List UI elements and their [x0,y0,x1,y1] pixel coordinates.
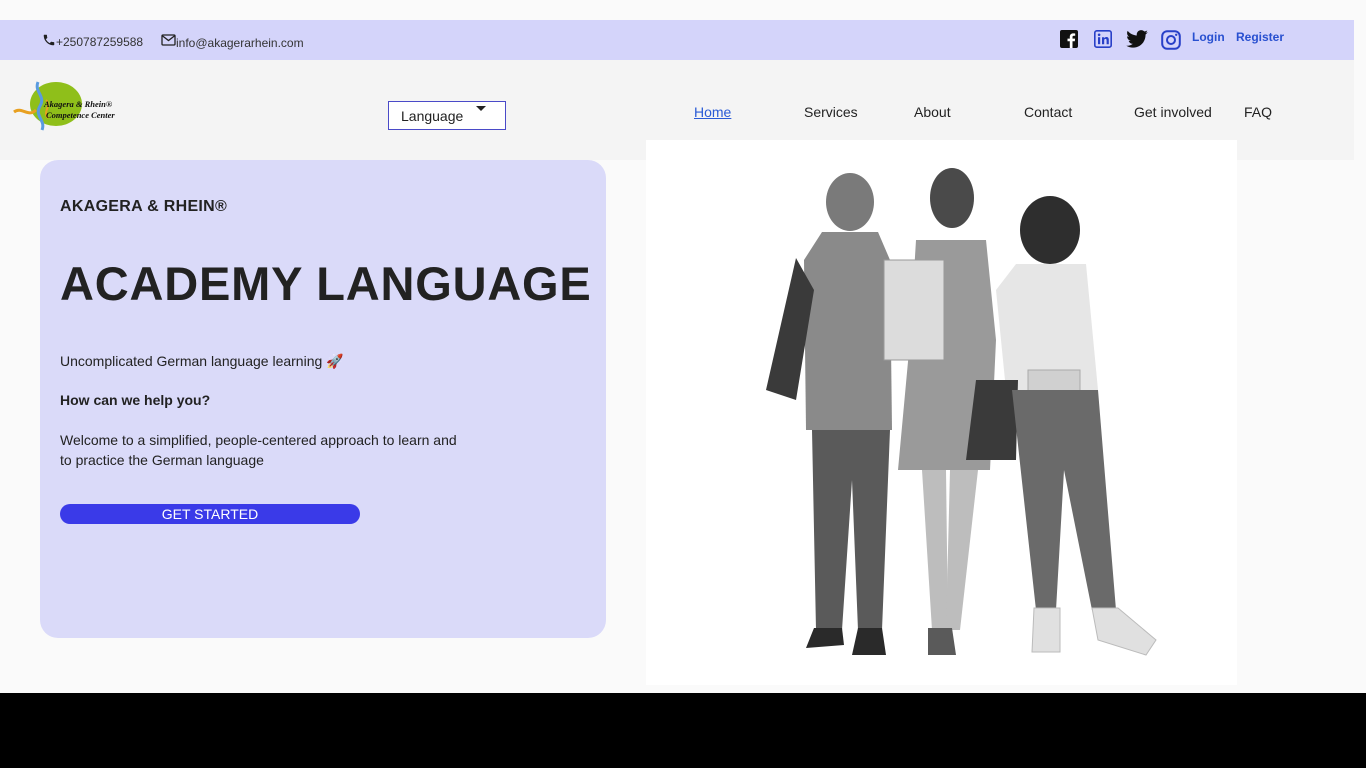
phone-icon [43,34,55,46]
hero-card: AKAGERA & RHEIN® ACADEMY LANGUAGE Uncomp… [40,160,606,638]
phone-contact[interactable]: +250787259588 [42,20,143,60]
phone-number: +250787259588 [56,34,144,49]
email-contact[interactable]: info@akagerarhein.com [161,20,304,60]
instagram-icon[interactable] [1161,30,1181,50]
nav-home[interactable]: Home [694,104,731,120]
nav-get-involved[interactable]: Get involved [1134,104,1212,120]
logo-line-1: Akagera & Rhein® [43,99,113,109]
akagera-rhein-logo[interactable]: Akagera & Rhein® Competence Center [12,80,130,132]
students-photo [646,140,1237,685]
language-select[interactable]: Language [388,101,506,130]
linkedin-icon[interactable] [1094,30,1112,48]
email-address: info@akagerarhein.com [176,35,304,50]
caret-down-icon [476,106,486,111]
logo-line-2: Competence Center [46,110,115,120]
register-link[interactable]: Register [1236,30,1284,44]
page: +250787259588 info@akagerarhein.com Logi… [0,0,1366,693]
get-started-button[interactable]: GET STARTED [60,504,360,524]
welcome-text: Welcome to a simplified, people-centered… [60,432,457,468]
facebook-icon[interactable] [1060,30,1078,48]
nav-about[interactable]: About [914,104,951,120]
nav-services[interactable]: Services [804,104,858,120]
nav-faq[interactable]: FAQ [1244,104,1272,120]
mail-icon [161,34,176,46]
hero-tagline: Uncomplicated German language learning 🚀 [60,353,344,369]
top-contact-bar: +250787259588 info@akagerarhein.com Logi… [0,20,1354,60]
help-heading: How can we help you? [60,392,211,408]
twitter-icon[interactable] [1126,30,1148,48]
nav-contact[interactable]: Contact [1024,104,1072,120]
hero-headline: ACADEMY LANGUAGE [60,257,592,310]
language-label: Language [401,108,464,124]
hero-brand: AKAGERA & RHEIN® [60,198,228,215]
login-link[interactable]: Login [1192,30,1225,44]
